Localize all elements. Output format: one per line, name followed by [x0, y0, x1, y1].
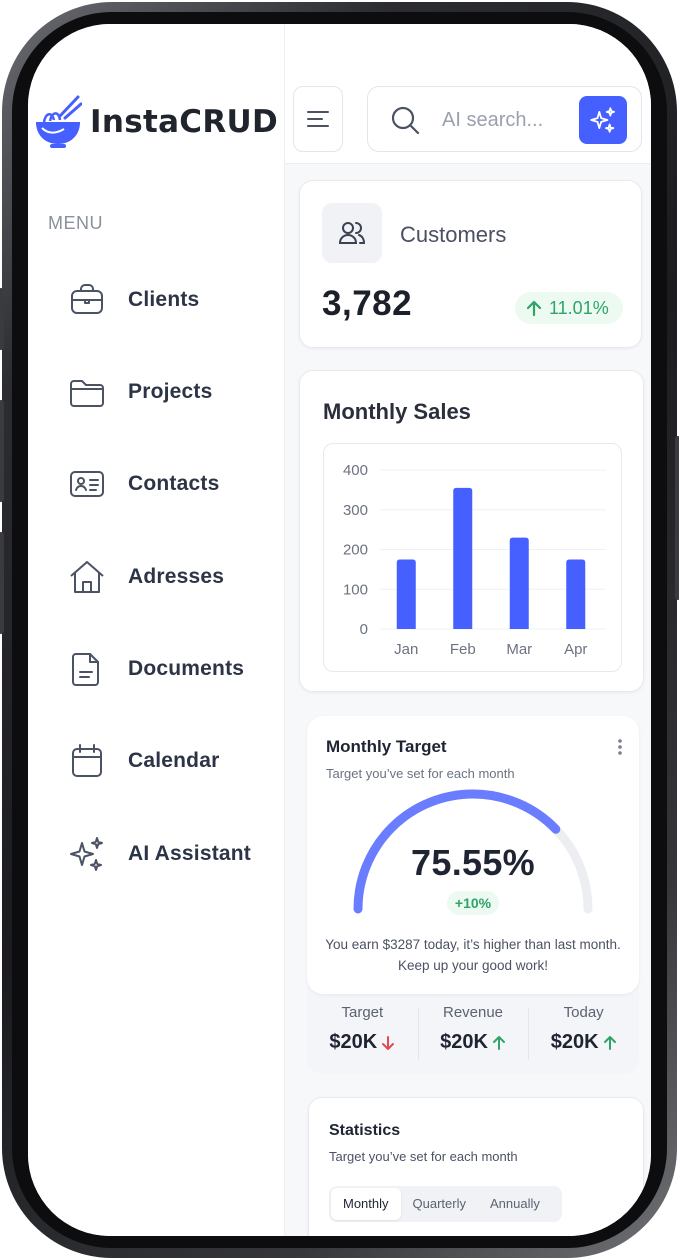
app-name: InstaCRUD [90, 104, 279, 140]
ai-search-box[interactable]: AI search... [367, 86, 642, 152]
bar-chart: 0 100 200 300 400 Jan Feb Mar Apr [343, 462, 606, 658]
statistics-subtitle: Target you’ve set for each month [329, 1149, 518, 1164]
monthly-target-title: Monthly Target [326, 737, 447, 756]
sidebar-item-label: AI Assistant [128, 842, 251, 865]
arrow-up-icon [492, 1035, 505, 1050]
customers-count: 3,782 [322, 284, 413, 323]
sidebar-item-label: Documents [128, 657, 245, 680]
stat-value-text: $20K [550, 1031, 599, 1053]
phone-side-button [0, 400, 4, 502]
y-tick-label: 100 [343, 581, 368, 598]
arrow-down-icon [382, 1035, 395, 1050]
sidebar-item-label: Calendar [128, 749, 220, 772]
statistics-title: Statistics [329, 1122, 401, 1139]
bar[interactable] [396, 559, 416, 629]
sparkles-icon [70, 837, 103, 871]
stat-value: $20K [528, 1031, 639, 1054]
y-tick-label: 400 [343, 462, 368, 479]
sparkles-icon [590, 107, 615, 133]
tab-monthly[interactable]: Monthly [331, 1188, 401, 1220]
stat-label: Revenue [442, 1004, 504, 1021]
x-tick-label: Jan [394, 641, 418, 658]
tab-annually[interactable]: Annually [478, 1188, 552, 1220]
y-tick-label: 300 [343, 502, 368, 519]
stat-label: Today [563, 1004, 604, 1021]
document-icon [72, 653, 99, 686]
monthly-sales-title: Monthly Sales [323, 399, 471, 424]
period-tabs: Monthly Quarterly Annually [329, 1186, 562, 1222]
y-tick-label: 200 [343, 542, 368, 559]
arrow-up-icon [603, 1035, 616, 1050]
x-tick-label: Feb [450, 641, 476, 658]
bar[interactable] [566, 559, 586, 629]
sidebar-item-label: Projects [128, 380, 213, 403]
sidebar: InstaCRUD MENU Clients Projects Contacts… [28, 24, 285, 1236]
customers-icon-box [322, 203, 382, 263]
customers-change-badge: 11.01% [515, 292, 623, 324]
monthly-sales-card: Monthly Sales 0 100 200 300 400 Jan Feb Mar Apr [299, 370, 644, 692]
sidebar-item-calendar[interactable]: Calendar [68, 741, 268, 781]
bar[interactable] [509, 537, 529, 629]
sidebar-item-projects[interactable]: Projects [68, 372, 268, 412]
briefcase-icon [71, 284, 103, 314]
stat-revenue: Revenue $20K [417, 1004, 529, 1064]
menu-label: MENU [48, 213, 103, 233]
noodle-bowl-icon [36, 95, 82, 148]
customers-change-value: 11.01% [549, 297, 609, 318]
app-logo[interactable]: InstaCRUD [34, 94, 278, 150]
target-change-badge: +10% [447, 891, 499, 915]
tab-quarterly[interactable]: Quarterly [401, 1188, 478, 1220]
search-input[interactable]: AI search... [442, 109, 543, 132]
monthly-sales-chart: 0 100 200 300 400 Jan Feb Mar Apr [323, 443, 622, 672]
bar[interactable] [453, 487, 473, 629]
sidebar-item-documents[interactable]: Documents [68, 649, 268, 689]
target-stats-row: Target $20K Revenue $20K Today $20K [307, 1004, 639, 1064]
phone-screen: InstaCRUD MENU Clients Projects Contacts… [28, 24, 651, 1236]
phone-side-button [0, 532, 4, 634]
top-bar: AI search... [285, 24, 651, 164]
sidebar-item-ai-assistant[interactable]: AI Assistant [68, 834, 268, 874]
target-note-line: Keep up your good work! [397, 958, 549, 973]
ai-search-button[interactable] [579, 96, 627, 144]
hamburger-icon [307, 111, 329, 127]
calendar-icon [72, 744, 102, 777]
sidebar-item-contacts[interactable]: Contacts [68, 464, 268, 504]
arrow-up-icon [526, 300, 542, 317]
stat-label: Target [341, 1004, 384, 1021]
target-note-line: You earn $3287 today, it’s higher than l… [325, 937, 621, 952]
y-tick-label: 0 [360, 621, 368, 638]
sidebar-item-label: Clients [128, 288, 200, 311]
phone-side-button [0, 288, 4, 350]
monthly-target-panel: Monthly Target Target you’ve set for eac… [307, 716, 639, 994]
customers-title: Customers [400, 222, 507, 247]
target-percentage: 75.55% [411, 842, 535, 883]
main-content: AI search... Customers 3,782 11.01% Mont… [285, 24, 651, 1236]
x-tick-label: Mar [506, 641, 532, 658]
phone-side-button [675, 436, 679, 600]
sidebar-item-label: Contacts [128, 472, 220, 495]
stat-target: Target $20K [307, 1004, 418, 1064]
stat-today: Today $20K [528, 1004, 639, 1064]
statistics-card: Statistics Target you’ve set for each mo… [308, 1097, 644, 1236]
stat-value-text: $20K [440, 1031, 488, 1053]
more-options-icon[interactable] [617, 738, 623, 756]
stat-value: $20K [418, 1031, 529, 1054]
monthly-target-subtitle: Target you’ve set for each month [326, 766, 515, 781]
stat-value-text: $20K [329, 1031, 378, 1053]
x-tick-label: Apr [564, 641, 587, 658]
users-icon [338, 222, 366, 244]
sidebar-item-label: Adresses [128, 565, 225, 588]
sidebar-item-clients[interactable]: Clients [68, 280, 268, 320]
contact-card-icon [70, 471, 104, 497]
stat-value: $20K [307, 1031, 418, 1054]
monthly-target-card: Monthly Target Target you’ve set for eac… [307, 716, 639, 1074]
home-icon [70, 561, 104, 593]
menu-toggle-button[interactable] [293, 86, 343, 152]
search-icon [391, 106, 420, 135]
sidebar-item-adresses[interactable]: Adresses [68, 557, 268, 597]
target-note: You earn $3287 today, it’s higher than l… [317, 934, 629, 976]
customers-card: Customers 3,782 11.01% [299, 180, 642, 348]
folder-icon [70, 380, 104, 407]
